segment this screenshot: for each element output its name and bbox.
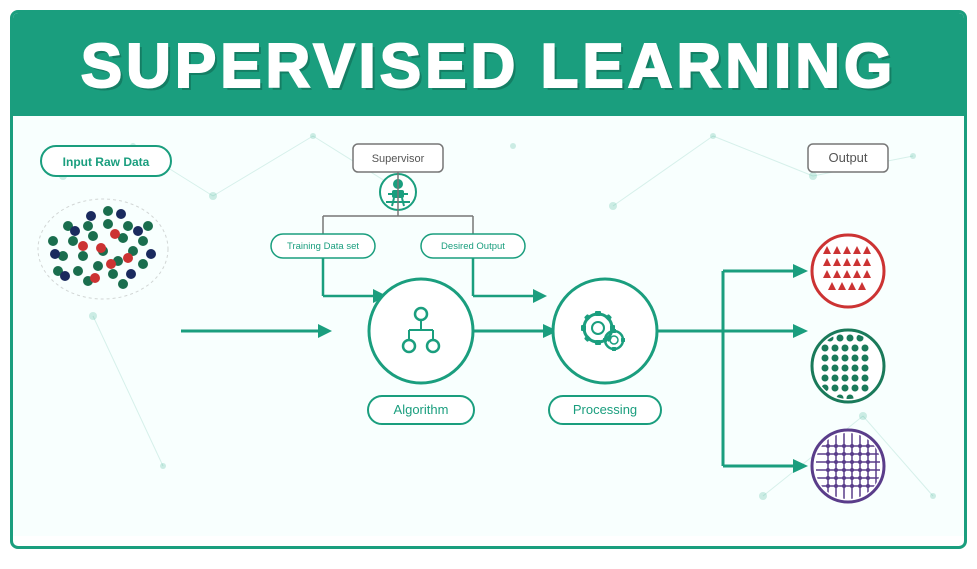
algorithm-label: Algorithm xyxy=(394,402,449,417)
output-label: Output xyxy=(828,150,867,165)
supervisor-label: Supervisor xyxy=(372,153,425,165)
main-container: SUPERVISED LEARNING xyxy=(10,10,967,549)
content-area: Input Raw Data xyxy=(13,116,964,536)
diagram-svg: Input Raw Data xyxy=(13,116,964,536)
header: SUPERVISED LEARNING xyxy=(13,13,964,116)
training-label: Training Data set xyxy=(287,241,359,252)
desired-label: Desired Output xyxy=(441,241,505,252)
input-label: Input Raw Data xyxy=(63,155,150,169)
page-title: SUPERVISED LEARNING xyxy=(13,31,964,102)
processing-label: Processing xyxy=(573,402,637,417)
data-cloud xyxy=(38,199,168,299)
